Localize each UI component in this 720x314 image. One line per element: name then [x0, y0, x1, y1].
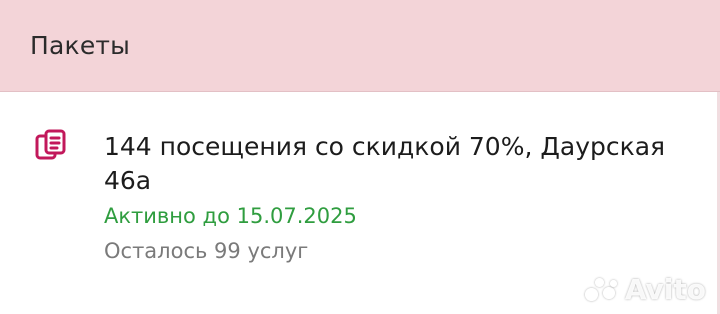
page-title: Пакеты — [30, 31, 131, 60]
package-remaining: Осталось 99 услуг — [104, 239, 309, 263]
avito-watermark: Avito — [584, 273, 706, 306]
package-stack-icon — [35, 129, 66, 160]
section-header: Пакеты — [0, 0, 720, 92]
package-title[interactable]: 144 посещения со скидкой 70%, Даурская 4… — [104, 130, 704, 198]
package-status: Активно до 15.07.2025 — [104, 204, 357, 228]
watermark-dots-icon — [584, 276, 619, 304]
watermark-text: Avito — [624, 273, 706, 306]
